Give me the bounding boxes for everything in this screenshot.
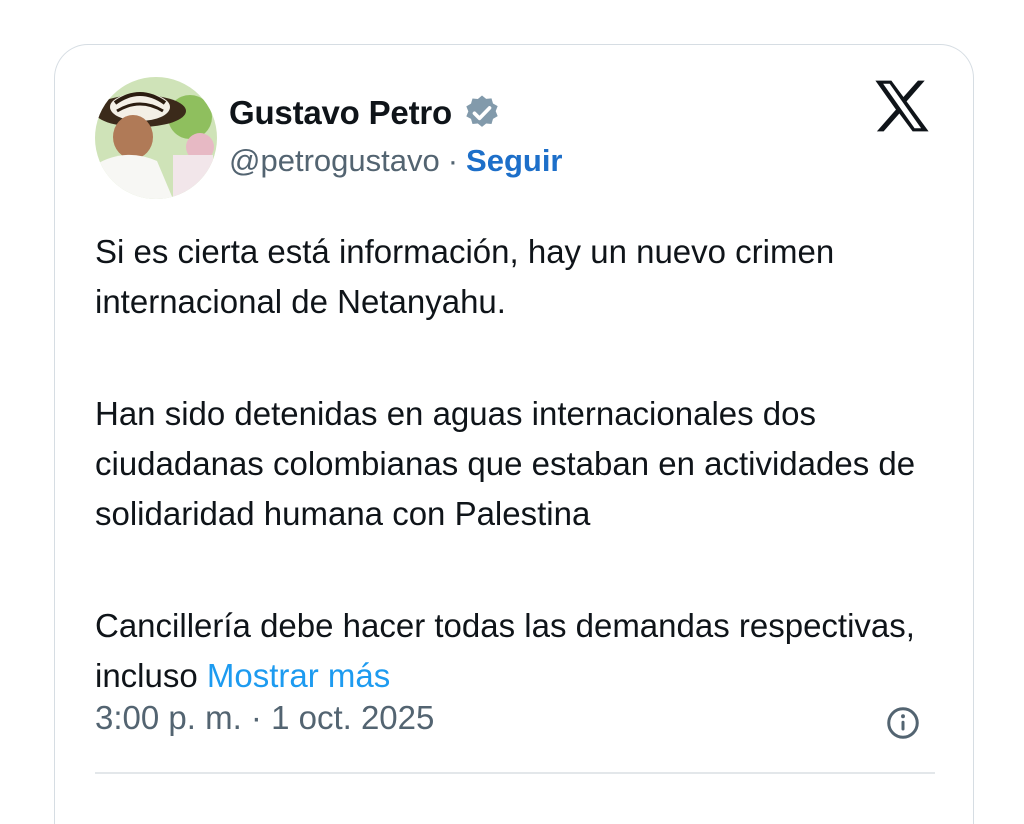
divider <box>95 772 935 774</box>
tweet-card: Gustavo Petro @petrogustavo · Seguir Si es… <box>54 44 974 824</box>
avatar-image <box>95 77 217 199</box>
verified-badge-icon <box>462 93 502 133</box>
author-handle-row: @petrogustavo · Seguir <box>229 143 563 179</box>
author-name[interactable]: Gustavo Petro <box>229 94 452 132</box>
follow-button[interactable]: Seguir <box>466 143 562 178</box>
author-handle[interactable]: @petrogustavo <box>229 143 440 178</box>
tweet-paragraph-1: Si es cierta está información, hay un nu… <box>95 233 835 320</box>
show-more-link[interactable]: Mostrar más <box>207 657 390 694</box>
author-name-row: Gustavo Petro <box>229 93 502 133</box>
tweet-paragraph-3: Cancillería debe hacer todas las demanda… <box>95 601 945 701</box>
tweet-text: Si es cierta está información, hay un nu… <box>95 227 945 701</box>
tweet-timestamp[interactable]: 3:00 p. m. · 1 oct. 2025 <box>95 699 434 737</box>
info-icon[interactable] <box>885 705 921 741</box>
separator-dot: · <box>447 143 459 178</box>
tweet-paragraph-2: Han sido detenidas en aguas internaciona… <box>95 395 916 532</box>
x-logo-icon[interactable] <box>873 79 931 133</box>
profile-avatar[interactable] <box>95 77 217 199</box>
